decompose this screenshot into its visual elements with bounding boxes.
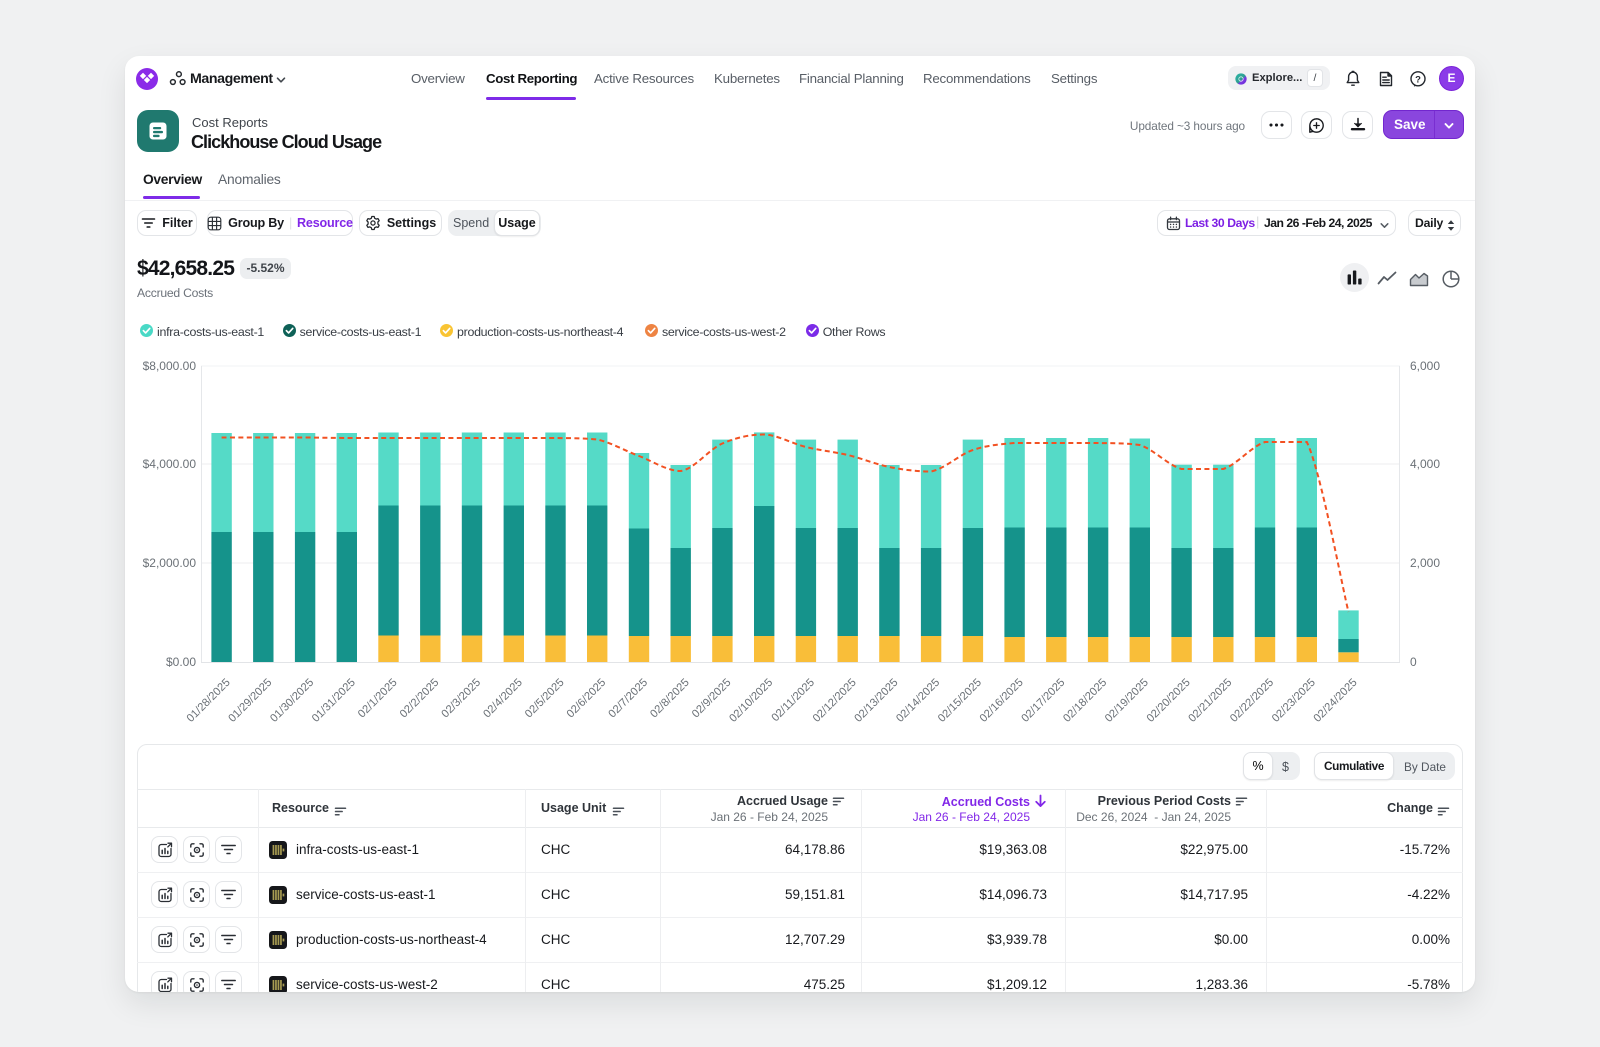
svg-text:4,000: 4,000 (1410, 457, 1440, 471)
svg-text:02/20/2025: 02/20/2025 (1145, 677, 1193, 725)
svg-text:01/30/2025: 01/30/2025 (268, 677, 316, 725)
svg-text:02/4/2025: 02/4/2025 (481, 677, 525, 721)
svg-text:02/11/2025: 02/11/2025 (770, 677, 817, 724)
svg-text:$8,000.00: $8,000.00 (143, 359, 197, 373)
svg-text:02/6/2025: 02/6/2025 (565, 677, 609, 721)
svg-text:02/9/2025: 02/9/2025 (690, 677, 734, 721)
svg-text:02/23/2025: 02/23/2025 (1270, 677, 1318, 725)
svg-text:02/15/2025: 02/15/2025 (936, 677, 984, 725)
svg-text:02/19/2025: 02/19/2025 (1103, 677, 1151, 725)
svg-text:01/31/2025: 01/31/2025 (310, 677, 358, 725)
svg-text:02/2/2025: 02/2/2025 (398, 677, 442, 721)
svg-text:02/1/2025: 02/1/2025 (356, 677, 400, 721)
svg-text:?: ? (1415, 74, 1421, 85)
svg-text:02/7/2025: 02/7/2025 (606, 677, 650, 721)
svg-text:02/12/2025: 02/12/2025 (811, 677, 859, 725)
svg-text:$0.00: $0.00 (166, 655, 196, 669)
svg-text:02/14/2025: 02/14/2025 (894, 677, 942, 725)
svg-text:02/24/2025: 02/24/2025 (1312, 677, 1360, 725)
svg-text:6,000: 6,000 (1410, 359, 1440, 373)
svg-text:$4,000.00: $4,000.00 (143, 457, 197, 471)
svg-text:$2,000.00: $2,000.00 (143, 556, 197, 570)
svg-text:02/16/2025: 02/16/2025 (978, 677, 1026, 725)
svg-text:02/13/2025: 02/13/2025 (852, 677, 900, 725)
svg-text:2,000: 2,000 (1410, 556, 1440, 570)
svg-text:02/18/2025: 02/18/2025 (1061, 677, 1109, 725)
svg-text:02/17/2025: 02/17/2025 (1019, 677, 1067, 725)
svg-text:02/5/2025: 02/5/2025 (523, 677, 567, 721)
svg-text:01/29/2025: 01/29/2025 (226, 677, 274, 725)
svg-text:02/3/2025: 02/3/2025 (439, 677, 483, 721)
svg-text:02/10/2025: 02/10/2025 (727, 677, 775, 725)
svg-text:02/22/2025: 02/22/2025 (1228, 677, 1276, 725)
svg-text:02/8/2025: 02/8/2025 (648, 677, 692, 721)
svg-text:01/28/2025: 01/28/2025 (185, 677, 233, 725)
svg-text:0: 0 (1410, 655, 1417, 669)
svg-text:02/21/2025: 02/21/2025 (1186, 677, 1234, 725)
